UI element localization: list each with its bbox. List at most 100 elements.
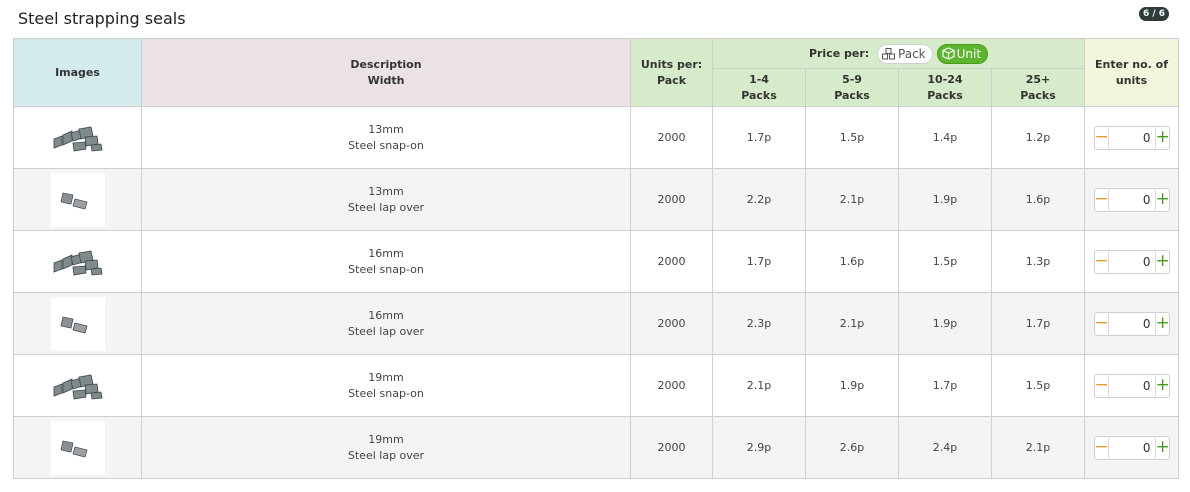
tier-price: 2.1p [991, 416, 1085, 479]
header-images: Images [13, 38, 142, 107]
quantity-stepper: −0 + [1093, 249, 1170, 274]
product-description: Steel snap-on [348, 262, 424, 276]
price-mode-toggle: Pack Unit [877, 43, 989, 64]
decrease-quantity-button[interactable]: − [1095, 126, 1109, 149]
tier-price: 1.7p [898, 354, 992, 417]
tier-label: Packs [1020, 88, 1056, 102]
product-description: Steel lap over [347, 448, 425, 462]
product-image-cell [13, 292, 142, 355]
header-units-per-pack: Units per: Pack [630, 38, 713, 107]
decrease-quantity-button[interactable]: − [1095, 188, 1109, 211]
product-image[interactable] [50, 296, 105, 351]
header-units-per-label: Units per: [640, 57, 703, 71]
table-row: 13mm Steel snap-on 2000 1.7p 1.5p 1.4p 1.2p −0 + [13, 106, 1179, 169]
box-icon [942, 47, 955, 60]
increase-quantity-button[interactable]: + [1154, 312, 1170, 335]
quantity-input[interactable]: 0 [1109, 378, 1155, 394]
header-tier: 25+ Packs [991, 68, 1085, 107]
product-image[interactable] [50, 110, 105, 165]
table-row: 16mm Steel snap-on 2000 1.7p 1.6p 1.5p 1.3p −0 + [13, 230, 1179, 293]
tier-price: 1.3p [991, 230, 1085, 293]
quantity-cell: −0 + [1084, 292, 1179, 355]
product-image-cell [13, 106, 142, 169]
quantity-stepper: −0 + [1093, 125, 1170, 150]
product-description-cell: 19mm Steel lap over [141, 416, 631, 479]
product-image-cell [13, 416, 142, 479]
decrease-quantity-button[interactable]: − [1095, 436, 1109, 459]
quantity-input[interactable]: 0 [1109, 440, 1155, 456]
product-image[interactable] [50, 172, 105, 227]
tier-price: 1.5p [898, 230, 992, 293]
header-enter-units: Enter no. of units [1084, 38, 1179, 107]
tier-price: 1.7p [991, 292, 1085, 355]
product-width: 16mm [368, 308, 404, 322]
tier-price: 1.2p [991, 106, 1085, 169]
quantity-cell: −0 + [1084, 168, 1179, 231]
quantity-cell: −0 + [1084, 354, 1179, 417]
tier-price: 1.9p [898, 168, 992, 231]
header-pack-label: Pack [656, 73, 687, 87]
tier-price: 1.5p [805, 106, 899, 169]
increase-quantity-button[interactable]: + [1154, 188, 1170, 211]
tier-price: 1.4p [898, 106, 992, 169]
table-row: 13mm Steel lap over 2000 2.2p 2.1p 1.9p 1.6p −0… [13, 168, 1179, 231]
increase-quantity-button[interactable]: + [1154, 250, 1170, 273]
units-per-pack: 2000 [630, 230, 713, 293]
snap-on-seal-icon [53, 374, 102, 399]
product-image-cell [13, 354, 142, 417]
product-description: Steel lap over [347, 200, 425, 214]
header-tier: 5-9 Packs [805, 68, 899, 107]
product-image[interactable] [50, 420, 105, 475]
tier-label: Packs [834, 88, 870, 102]
product-description: Steel lap over [347, 324, 425, 338]
tier-price: 1.6p [991, 168, 1085, 231]
tier-price: 1.9p [898, 292, 992, 355]
page-title: Steel strapping seals [18, 9, 186, 28]
product-description-cell: 16mm Steel lap over [141, 292, 631, 355]
tier-price: 2.9p [712, 416, 806, 479]
price-per-pack-label: Pack [898, 46, 926, 61]
tier-price: 1.5p [991, 354, 1085, 417]
page-count-badge: 6 / 6 [1139, 7, 1169, 21]
lap-over-seal-icon [60, 316, 87, 333]
header-width-label: Width [367, 73, 405, 87]
snap-on-seal-icon [53, 126, 102, 151]
increase-quantity-button[interactable]: + [1154, 436, 1170, 459]
increase-quantity-button[interactable]: + [1154, 126, 1170, 149]
tier-price: 2.3p [712, 292, 806, 355]
product-width: 16mm [368, 246, 404, 260]
product-table: Images Description Width Units per: Pack… [13, 38, 1179, 479]
decrease-quantity-button[interactable]: − [1095, 250, 1109, 273]
quantity-input[interactable]: 0 [1109, 254, 1155, 270]
price-per-pack-button[interactable]: Pack [877, 43, 933, 64]
tier-range: 5-9 [842, 72, 862, 86]
quantity-stepper: −0 + [1093, 373, 1170, 398]
units-per-pack: 2000 [630, 168, 713, 231]
product-width: 13mm [368, 122, 404, 136]
tier-range: 25+ [1025, 72, 1051, 86]
decrease-quantity-button[interactable]: − [1095, 312, 1109, 335]
lap-over-seal-icon [60, 192, 87, 209]
product-rows: 13mm Steel snap-on 2000 1.7p 1.5p 1.4p 1.2p −0 +… [13, 106, 1179, 479]
table-row: 19mm Steel snap-on 2000 2.1p 1.9p 1.7p 1.5p −0 + [13, 354, 1179, 417]
header-tier: 1-4 Packs [712, 68, 806, 107]
product-description-cell: 16mm Steel snap-on [141, 230, 631, 293]
quantity-input[interactable]: 0 [1109, 192, 1155, 208]
decrease-quantity-button[interactable]: − [1095, 374, 1109, 397]
tier-label: Packs [927, 88, 963, 102]
table-row: 19mm Steel lap over 2000 2.9p 2.6p 2.4p 2.1p −0… [13, 416, 1179, 479]
table-row: 16mm Steel lap over 2000 2.3p 2.1p 1.9p 1.7p −0… [13, 292, 1179, 355]
product-image[interactable] [50, 234, 105, 289]
units-per-pack: 2000 [630, 106, 713, 169]
tier-price: 1.6p [805, 230, 899, 293]
quantity-cell: −0 + [1084, 106, 1179, 169]
price-per-unit-button[interactable]: Unit [936, 43, 989, 64]
units-per-pack: 2000 [630, 354, 713, 417]
increase-quantity-button[interactable]: + [1154, 374, 1170, 397]
snap-on-seal-icon [53, 250, 102, 275]
quantity-cell: −0 + [1084, 230, 1179, 293]
units-per-pack: 2000 [630, 292, 713, 355]
product-image[interactable] [50, 358, 105, 413]
quantity-input[interactable]: 0 [1109, 316, 1155, 332]
quantity-input[interactable]: 0 [1109, 130, 1155, 146]
